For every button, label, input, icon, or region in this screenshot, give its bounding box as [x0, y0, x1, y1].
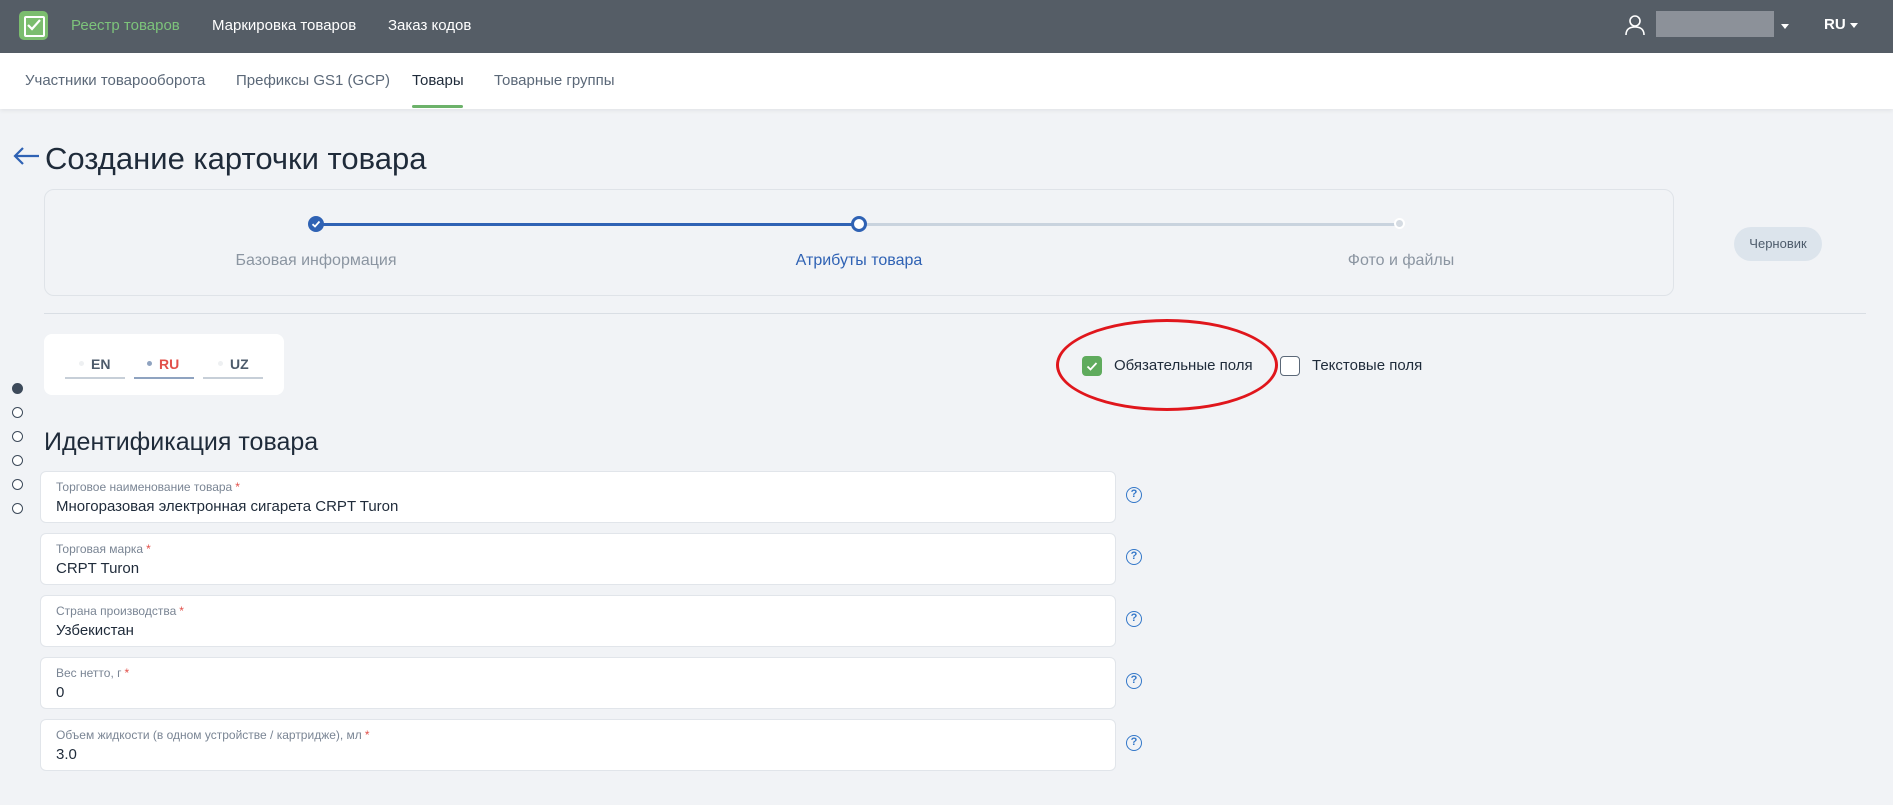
step-connector-done: [316, 223, 858, 226]
field-label: Страна производства *: [56, 604, 184, 618]
step-label-attributes[interactable]: Атрибуты товара: [796, 252, 923, 270]
step-connector-pending: [858, 223, 1400, 226]
section-anchor-dot[interactable]: [12, 383, 23, 394]
text-fields-checkbox[interactable]: [1280, 356, 1300, 376]
active-tab-indicator: [412, 105, 463, 108]
lang-tab-label: RU: [159, 356, 180, 372]
divider: [44, 313, 1866, 314]
section-anchor-dot[interactable]: [12, 407, 23, 418]
step-pending-dot[interactable]: [1394, 218, 1405, 229]
tab-product-groups[interactable]: Товарные группы: [494, 72, 615, 89]
help-icon[interactable]: ?: [1126, 487, 1142, 503]
required-marker: *: [146, 542, 151, 556]
required-marker: *: [235, 480, 240, 494]
section-anchor-dot[interactable]: [12, 431, 23, 442]
section-title: Идентификация товара: [44, 428, 319, 456]
lang-tab-underline: [203, 377, 263, 379]
field-label: Торговая марка *: [56, 542, 151, 556]
required-marker: *: [179, 604, 184, 618]
tab-products[interactable]: Товары: [412, 72, 464, 89]
section-anchor-dot[interactable]: [12, 479, 23, 490]
top-bar: Реестр товаров Маркировка товаров Заказ …: [0, 0, 1893, 53]
progress-stepper: [44, 189, 1674, 296]
back-arrow-icon[interactable]: [12, 146, 40, 166]
lang-tab-underline-active: [134, 377, 194, 379]
tab-trade-participants[interactable]: Участники товарооборота: [25, 72, 205, 89]
step-completed-check-icon[interactable]: [308, 216, 324, 232]
field-label: Вес нетто, г *: [56, 666, 130, 680]
required-marker: *: [124, 666, 130, 680]
section-anchor-dot[interactable]: [12, 455, 23, 466]
lang-tab-label: EN: [91, 356, 111, 372]
step-label-basic-info[interactable]: Базовая информация: [236, 252, 397, 270]
sub-navigation: Участники товарооборота Префиксы GS1 (GC…: [0, 53, 1893, 109]
nav-code-order[interactable]: Заказ кодов: [388, 17, 471, 34]
help-icon[interactable]: ?: [1126, 611, 1142, 627]
required-fields-label[interactable]: Обязательные поля: [1114, 357, 1253, 374]
language-chevron-down-icon[interactable]: [1850, 23, 1858, 28]
liquid-volume-field[interactable]: Объем жидкости (в одном устройстве / кар…: [40, 719, 1116, 771]
nav-product-marking[interactable]: Маркировка товаров: [212, 17, 356, 34]
step-current-dot[interactable]: [851, 216, 867, 232]
field-value: 0: [56, 684, 65, 701]
field-value: Многоразовая электронная сигарета CRPT T…: [56, 498, 399, 515]
status-badge: Черновик: [1734, 227, 1822, 261]
section-anchor-dot[interactable]: [12, 503, 23, 514]
language-selector[interactable]: RU: [1824, 16, 1846, 33]
field-label: Объем жидкости (в одном устройстве / кар…: [56, 728, 370, 742]
lang-tab-label: UZ: [230, 356, 249, 372]
lang-tab-uz[interactable]: UZ: [218, 356, 249, 372]
help-icon[interactable]: ?: [1126, 549, 1142, 565]
net-weight-field[interactable]: Вес нетто, г * 0: [40, 657, 1116, 709]
help-icon[interactable]: ?: [1126, 673, 1142, 689]
page-title: Создание карточки товара: [45, 141, 427, 176]
lang-tab-ru[interactable]: RU: [147, 356, 179, 372]
lang-dot-icon: [147, 360, 152, 366]
user-icon[interactable]: [1624, 14, 1646, 36]
lang-tab-underline: [65, 377, 125, 379]
trade-name-field[interactable]: Торговое наименование товара * Многоразов…: [40, 471, 1116, 523]
brand-field[interactable]: Торговая марка * CRPT Turon: [40, 533, 1116, 585]
nav-product-registry[interactable]: Реестр товаров: [71, 17, 180, 34]
lang-dot-icon: [79, 360, 84, 366]
lang-dot-icon: [218, 360, 223, 366]
tab-gs1-prefixes[interactable]: Префиксы GS1 (GCP): [236, 72, 390, 89]
text-fields-label[interactable]: Текстовые поля: [1312, 357, 1422, 374]
user-name-redacted[interactable]: [1656, 11, 1774, 37]
field-label: Торговое наименование товара *: [56, 480, 240, 494]
field-value: 3.0: [56, 746, 77, 763]
lang-tab-en[interactable]: EN: [79, 356, 110, 372]
required-marker: *: [364, 728, 370, 742]
country-field[interactable]: Страна производства * Узбекистан: [40, 595, 1116, 647]
help-icon[interactable]: ?: [1126, 735, 1142, 751]
step-label-photos-files[interactable]: Фото и файлы: [1348, 252, 1454, 270]
field-value: Узбекистан: [56, 622, 134, 639]
field-value: CRPT Turon: [56, 560, 140, 577]
user-menu-chevron-down-icon[interactable]: [1781, 24, 1789, 29]
required-fields-checkbox[interactable]: [1082, 356, 1102, 376]
app-logo-icon[interactable]: [19, 11, 48, 40]
